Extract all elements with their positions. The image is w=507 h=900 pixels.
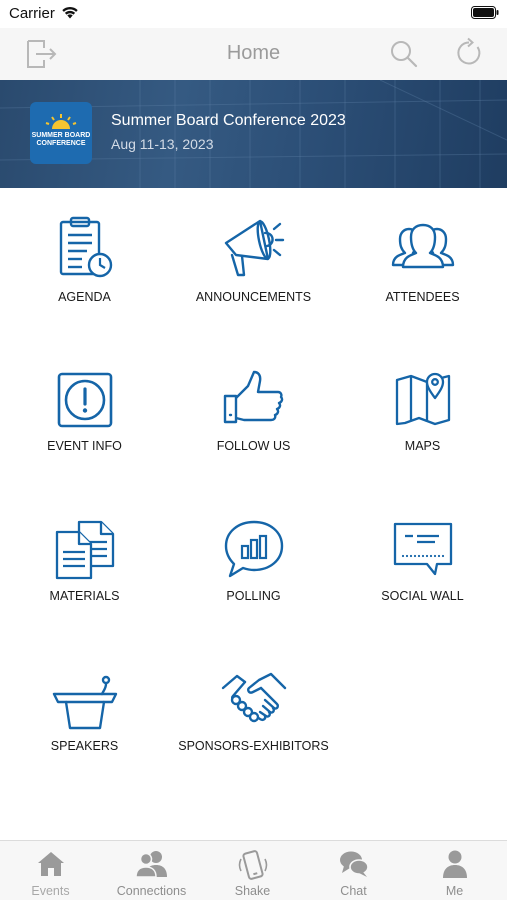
sun-logo-icon <box>45 114 77 129</box>
tile-label: ANNOUNCEMENTS <box>195 290 312 304</box>
tab-chat[interactable]: Chat <box>303 841 404 900</box>
people-group-icon <box>391 223 454 269</box>
page-title: Home <box>226 42 281 64</box>
tile-label: EVENT INFO <box>47 439 122 453</box>
phone-shake-icon <box>238 850 267 880</box>
tile-label: SPEAKERS <box>50 739 119 753</box>
map-pin-icon <box>395 372 450 426</box>
tab-label: Connections <box>116 884 187 898</box>
event-title: Summer Board Conference 2023 <box>111 112 346 129</box>
tile-label: AGENDA <box>58 290 111 304</box>
tab-label: Shake <box>234 884 271 898</box>
handshake-icon <box>221 672 286 723</box>
tile-attendees[interactable]: ATTENDEES <box>338 215 507 365</box>
status-bar: Carrier <box>0 0 507 28</box>
tile-label: SOCIAL WALL <box>381 589 464 603</box>
event-logo-text: SUMMER BOARD CONFERENCE <box>31 132 91 147</box>
battery-icon <box>471 6 499 19</box>
search-icon[interactable] <box>388 38 420 70</box>
documents-icon <box>55 520 114 580</box>
tile-speakers[interactable]: SPEAKERS <box>0 668 169 818</box>
tile-label: ATTENDEES <box>385 290 460 304</box>
megaphone-icon <box>224 219 284 277</box>
tab-label: Chat <box>340 884 367 898</box>
two-people-icon <box>134 851 167 878</box>
event-banner[interactable]: SUMMER BOARD CONFERENCE Summer Board Con… <box>0 80 507 188</box>
house-icon <box>37 852 64 876</box>
tile-follow-us[interactable]: FOLLOW US <box>169 368 338 518</box>
tile-label: FOLLOW US <box>216 439 291 453</box>
tab-label: Events <box>31 884 70 898</box>
tile-announcements[interactable]: ANNOUNCEMENTS <box>169 215 338 365</box>
tile-label: MATERIALS <box>49 589 120 603</box>
event-dates: Aug 11-13, 2023 <box>111 136 214 152</box>
message-board-icon <box>393 522 452 576</box>
tile-label: MAPS <box>404 439 441 453</box>
podium-microphone-icon <box>52 675 117 730</box>
poll-chat-bubble-icon <box>224 520 283 578</box>
agenda-clipboard-clock-icon <box>59 216 112 278</box>
wifi-icon <box>62 6 78 19</box>
tile-sponsors-exhibitors[interactable]: SPONSORS-EXHIBITORS <box>169 668 338 818</box>
person-icon <box>442 850 467 878</box>
tile-maps[interactable]: MAPS <box>338 368 507 518</box>
tab-me[interactable]: Me <box>404 841 505 900</box>
chat-bubbles-icon <box>339 851 369 877</box>
tab-connections[interactable]: Connections <box>101 841 202 900</box>
tile-event-info[interactable]: EVENT INFO <box>0 368 169 518</box>
info-exclamation-icon <box>57 372 112 428</box>
tile-label: POLLING <box>226 589 281 603</box>
tile-polling[interactable]: POLLING <box>169 518 338 668</box>
tab-bar: Events Connections Shake Chat Me <box>0 840 507 900</box>
event-logo: SUMMER BOARD CONFERENCE <box>30 102 92 164</box>
refresh-icon[interactable] <box>453 37 485 69</box>
tile-materials[interactable]: MATERIALS <box>0 518 169 668</box>
tile-social-wall[interactable]: SOCIAL WALL <box>338 518 507 668</box>
tile-agenda[interactable]: AGENDA <box>0 215 169 365</box>
thumbs-up-icon <box>223 370 283 424</box>
navigation-bar: Home <box>0 28 507 80</box>
tab-events[interactable]: Events <box>0 841 101 900</box>
carrier-label: Carrier <box>9 5 55 22</box>
home-screen: Carrier Home SUMMER BOARD CONFERENCE Sum… <box>0 0 507 900</box>
tile-label: SPONSORS-EXHIBITORS <box>178 739 329 753</box>
tab-label: Me <box>445 884 464 898</box>
tab-shake[interactable]: Shake <box>202 841 303 900</box>
